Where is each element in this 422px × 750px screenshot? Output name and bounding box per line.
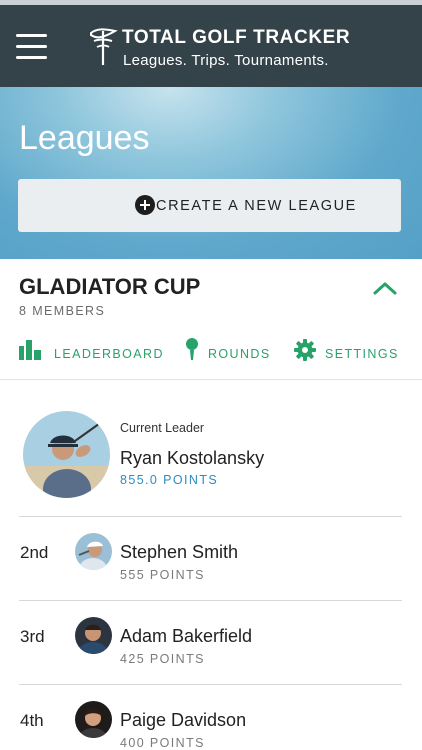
tab-rounds-label: ROUNDS — [208, 347, 271, 361]
standing-rank: 2nd — [20, 543, 49, 562]
golf-tee-icon — [186, 338, 198, 360]
section-divider — [0, 379, 422, 380]
standing-rank: 3rd — [20, 627, 45, 646]
tab-leaderboard[interactable]: LEADERBOARD — [19, 338, 169, 364]
leader-points: 855.0 POINTS — [120, 473, 219, 487]
league-name: GLADIATOR CUP — [19, 274, 201, 299]
player-avatar[interactable] — [75, 617, 112, 654]
menu-icon[interactable] — [16, 34, 47, 60]
tab-rounds[interactable]: ROUNDS — [185, 338, 275, 364]
row-divider — [19, 516, 402, 517]
app-title: TOTAL GOLF TRACKER — [122, 27, 351, 48]
tab-leaderboard-label: LEADERBOARD — [54, 347, 164, 361]
player-points: 400 POINTS — [120, 736, 205, 750]
chevron-up-icon[interactable] — [372, 280, 398, 296]
create-league-button[interactable]: CREATE A NEW LEAGUE — [18, 179, 401, 232]
tab-settings-label: SETTINGS — [325, 347, 399, 361]
row-divider — [19, 600, 402, 601]
tab-settings[interactable]: SETTINGS — [294, 338, 404, 364]
page-title: Leagues — [19, 119, 150, 157]
bar-chart-icon — [19, 340, 41, 360]
player-avatar[interactable] — [75, 701, 112, 738]
create-league-label: CREATE A NEW LEAGUE — [156, 198, 357, 214]
current-leader-caption: Current Leader — [120, 421, 205, 435]
player-points: 555 POINTS — [120, 568, 205, 582]
standing-rank: 4th — [20, 711, 44, 730]
gear-icon — [294, 339, 316, 361]
leagues-hero: Leagues CREATE A NEW LEAGUE — [0, 87, 422, 259]
player-avatar[interactable] — [75, 533, 112, 570]
golf-flag-logo-icon — [90, 28, 118, 65]
row-divider — [19, 684, 402, 685]
player-name[interactable]: Paige Davidson — [120, 710, 246, 731]
player-points: 425 POINTS — [120, 652, 205, 666]
app-tagline: Leagues. Trips. Tournaments. — [123, 52, 329, 69]
player-name[interactable]: Adam Bakerfield — [120, 626, 252, 647]
player-name[interactable]: Stephen Smith — [120, 542, 238, 563]
leader-avatar[interactable] — [23, 411, 110, 498]
plus-circle-icon — [135, 195, 155, 215]
app-header: TOTAL GOLF TRACKER Leagues. Trips. Tourn… — [0, 5, 422, 87]
leader-name[interactable]: Ryan Kostolansky — [120, 448, 264, 469]
league-member-count: 8 MEMBERS — [19, 304, 106, 318]
